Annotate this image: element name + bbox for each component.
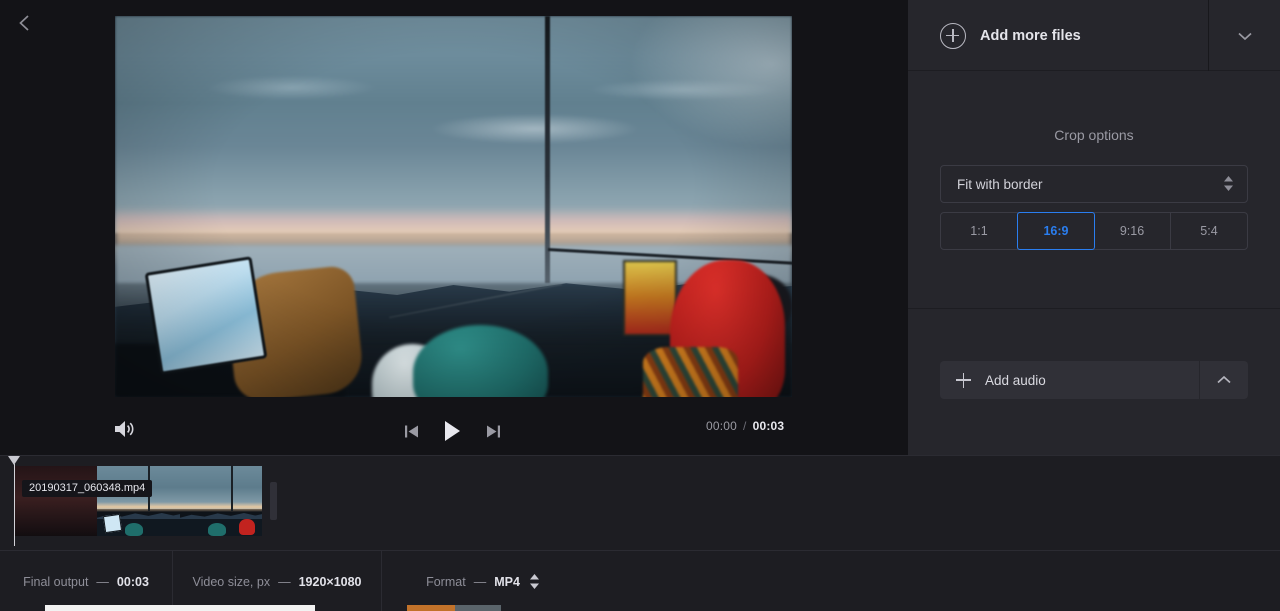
current-time: 00:00 xyxy=(706,419,738,433)
format-dash: — xyxy=(473,574,487,589)
video-size-label: Video size, px xyxy=(192,574,271,589)
background-taskbar-peek xyxy=(455,605,501,611)
spinner-updown-icon xyxy=(1224,176,1233,191)
volume-button[interactable] xyxy=(112,417,138,443)
clip-trim-handle[interactable] xyxy=(270,482,277,520)
timeline-clip[interactable]: 20190317_060348.mp4 xyxy=(14,466,262,536)
panel-header: Add more files xyxy=(908,0,1280,71)
skip-previous-icon xyxy=(404,425,418,437)
video-size-cell: Video size, px — 1920×1080 xyxy=(173,551,382,611)
clip-thumbnail xyxy=(97,466,180,536)
plus-icon xyxy=(956,372,971,388)
total-time: 00:03 xyxy=(752,419,785,433)
video-editor-window: 00:00 / 00:03 Add more files Crop option… xyxy=(0,0,1280,611)
video-size-value: 1920×1080 xyxy=(298,574,362,589)
final-output-value: 00:03 xyxy=(116,574,149,589)
aspect-ratio-16-9[interactable]: 16:9 xyxy=(1017,212,1095,250)
play-icon xyxy=(445,421,460,441)
format-label: Format xyxy=(426,574,466,589)
aspect-ratio-1-1[interactable]: 1:1 xyxy=(941,213,1018,249)
skip-next-icon xyxy=(486,425,500,437)
back-button[interactable] xyxy=(8,6,42,40)
circle-plus-icon xyxy=(940,22,966,49)
editor-main-area: 00:00 / 00:03 xyxy=(0,0,908,455)
aspect-ratio-label: 9:16 xyxy=(1119,224,1145,238)
aspect-ratio-label: 5:4 xyxy=(1200,224,1218,238)
format-cell[interactable]: Format — MP4 xyxy=(382,551,583,611)
aspect-ratio-label: 1:1 xyxy=(970,224,988,238)
collapse-panel-button[interactable] xyxy=(1209,0,1280,71)
aspect-ratio-group: 1:1 16:9 9:16 5:4 xyxy=(940,212,1248,250)
add-audio-label: Add audio xyxy=(985,372,1046,388)
timeline-track[interactable]: 20190317_060348.mp4 Add more videos xyxy=(0,455,1280,550)
add-more-files-label: Add more files xyxy=(980,27,1081,44)
clip-filename: 20190317_060348.mp4 xyxy=(22,480,153,497)
background-window-peek xyxy=(45,605,315,611)
time-separator: / xyxy=(743,419,747,433)
crop-options-title: Crop options xyxy=(1054,127,1134,143)
final-output-cell: Final output — 00:03 xyxy=(0,551,173,611)
play-button[interactable] xyxy=(439,418,465,444)
video-frame xyxy=(115,16,792,397)
tools-panel: Add more files Crop options Fit with bor… xyxy=(908,0,1280,455)
transport-buttons xyxy=(398,417,506,445)
player-controls: 00:00 / 00:03 xyxy=(0,405,908,457)
add-audio-button[interactable]: Add audio xyxy=(940,361,1200,399)
final-output-dash: — xyxy=(96,574,109,589)
volume-icon xyxy=(115,421,134,437)
video-size-dash: — xyxy=(278,574,291,589)
add-audio-row: Add audio xyxy=(940,361,1248,399)
status-bar: Final output — 00:03 Video size, px — 19… xyxy=(0,550,1280,611)
playhead-marker[interactable] xyxy=(8,456,21,551)
crop-mode-select[interactable]: Fit with border xyxy=(940,165,1248,203)
vignette-overlay xyxy=(115,16,792,397)
timecode-display: 00:00 / 00:03 xyxy=(706,419,784,433)
background-taskbar-peek xyxy=(407,605,455,611)
crop-mode-value: Fit with border xyxy=(957,176,1043,192)
chevron-down-icon xyxy=(1237,32,1252,40)
final-output-label: Final output xyxy=(23,574,89,589)
audio-section: Add audio xyxy=(908,309,1280,455)
add-more-files-button[interactable]: Add more files xyxy=(940,0,1081,71)
clip-thumbnail xyxy=(180,466,262,536)
playhead-line xyxy=(13,464,16,546)
aspect-ratio-9-16[interactable]: 9:16 xyxy=(1094,213,1171,249)
spinner-updown-icon[interactable] xyxy=(529,574,539,589)
skip-next-button[interactable] xyxy=(480,418,506,444)
aspect-ratio-label: 16:9 xyxy=(1043,224,1069,238)
clip-thumbnail xyxy=(14,466,97,536)
chevron-left-icon xyxy=(19,15,29,31)
crop-options-section: Crop options Fit with border 1:1 16:9 9:… xyxy=(908,71,1280,309)
video-preview[interactable] xyxy=(115,16,792,397)
skip-previous-button[interactable] xyxy=(398,418,424,444)
chevron-up-icon xyxy=(1217,375,1231,384)
audio-collapse-button[interactable] xyxy=(1200,361,1248,399)
aspect-ratio-5-4[interactable]: 5:4 xyxy=(1171,213,1247,249)
format-value: MP4 xyxy=(494,574,520,589)
